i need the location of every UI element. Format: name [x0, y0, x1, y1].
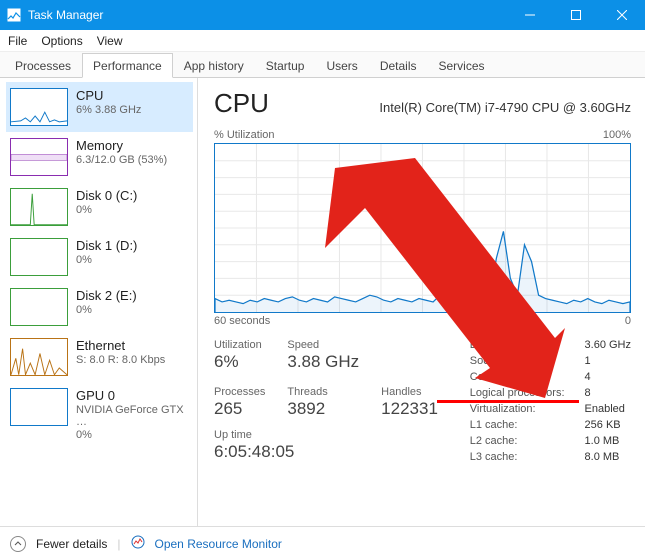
stat-speed-value: 3.88 GHz — [287, 352, 359, 372]
stat-utilization-label: Utilization — [214, 339, 265, 351]
stat-utilization-value: 6% — [214, 352, 265, 372]
right-virt-label: Virtualization: — [470, 403, 565, 415]
menu-options[interactable]: Options — [41, 34, 82, 48]
sidebar-item-cpu[interactable]: CPU6% 3.88 GHz — [6, 82, 193, 132]
chevron-up-icon[interactable] — [10, 536, 26, 552]
footer-bar: Fewer details | Open Resource Monitor — [0, 526, 645, 560]
minimize-button[interactable] — [507, 0, 553, 30]
footer-separator: | — [117, 537, 120, 551]
gpu-thumb-icon — [10, 388, 68, 426]
perf-sidebar: CPU6% 3.88 GHz Memory6.3/12.0 GB (53%) D… — [0, 78, 198, 526]
cpu-utilization-chart[interactable] — [214, 143, 631, 313]
menu-view[interactable]: View — [97, 34, 123, 48]
sidebar-item-sub: 6% 3.88 GHz — [76, 104, 141, 116]
right-sockets-value: 1 — [585, 355, 631, 367]
sidebar-item-sub: S: 8.0 R: 8.0 Kbps — [76, 354, 165, 366]
sidebar-item-sub: 0% — [76, 304, 137, 316]
ethernet-thumb-icon — [10, 338, 68, 376]
right-cores-label: Cores: — [470, 371, 565, 383]
stat-processes-label: Processes — [214, 386, 265, 398]
app-icon — [6, 7, 22, 23]
sidebar-item-sub: 6.3/12.0 GB (53%) — [76, 154, 167, 166]
memory-thumb-icon — [10, 138, 68, 176]
menubar: File Options View — [0, 30, 645, 52]
chart-top-left-label: % Utilization — [214, 129, 275, 141]
right-sockets-label: Sockets: — [470, 355, 565, 367]
detail-title: CPU — [214, 88, 269, 119]
tab-processes[interactable]: Processes — [4, 53, 82, 77]
chart-bottom-left-label: 60 seconds — [214, 315, 270, 327]
tab-users[interactable]: Users — [315, 53, 368, 77]
tab-details[interactable]: Details — [369, 53, 428, 77]
right-l1-label: L1 cache: — [470, 419, 565, 431]
tab-strip: Processes Performance App history Startu… — [0, 52, 645, 78]
stat-uptime-value: 6:05:48:05 — [214, 442, 438, 462]
disk-thumb-icon — [10, 238, 68, 276]
stat-speed-label: Speed — [287, 339, 359, 351]
disk-thumb-icon — [10, 288, 68, 326]
cpu-model: Intel(R) Core(TM) i7-4790 CPU @ 3.60GHz — [379, 100, 631, 115]
tab-apphistory[interactable]: App history — [173, 53, 255, 77]
right-l3-value: 8.0 MB — [585, 451, 631, 463]
right-l2-value: 1.0 MB — [585, 435, 631, 447]
disk-thumb-icon — [10, 188, 68, 226]
right-l1-value: 256 KB — [585, 419, 631, 431]
right-lp-value: 8 — [585, 387, 631, 399]
stat-handles-label: Handles — [381, 386, 438, 398]
window-title: Task Manager — [28, 8, 103, 22]
sidebar-item-sub: 0% — [76, 254, 137, 266]
close-button[interactable] — [599, 0, 645, 30]
right-l2-label: L2 cache: — [470, 435, 565, 447]
right-cores-value: 4 — [585, 371, 631, 383]
chart-top-right-label: 100% — [603, 129, 631, 141]
stat-handles-value: 122331 — [381, 399, 438, 419]
sidebar-item-memory[interactable]: Memory6.3/12.0 GB (53%) — [6, 132, 193, 182]
right-base-label: Base — [470, 339, 565, 351]
cpu-detail-pane: CPU Intel(R) Core(TM) i7-4790 CPU @ 3.60… — [198, 78, 645, 526]
stat-threads-label: Threads — [287, 386, 359, 398]
tab-services[interactable]: Services — [428, 53, 496, 77]
sidebar-item-gpu0[interactable]: GPU 0NVIDIA GeForce GTX …0% — [6, 382, 193, 447]
chart-bottom-right-label: 0 — [625, 315, 631, 327]
stat-processes-value: 265 — [214, 399, 265, 419]
sidebar-item-sub2: 0% — [76, 429, 189, 441]
sidebar-item-label: GPU 0 — [76, 388, 189, 403]
resource-monitor-icon — [131, 535, 145, 552]
tab-performance[interactable]: Performance — [82, 53, 173, 78]
sidebar-item-ethernet[interactable]: EthernetS: 8.0 R: 8.0 Kbps — [6, 332, 193, 382]
tab-startup[interactable]: Startup — [255, 53, 316, 77]
right-lp-label: Logical processors: — [470, 387, 565, 399]
sidebar-item-disk2[interactable]: Disk 2 (E:)0% — [6, 282, 193, 332]
sidebar-item-disk0[interactable]: Disk 0 (C:)0% — [6, 182, 193, 232]
right-l3-label: L3 cache: — [470, 451, 565, 463]
right-base-value: 3.60 GHz — [585, 339, 631, 351]
maximize-button[interactable] — [553, 0, 599, 30]
menu-file[interactable]: File — [8, 34, 27, 48]
stat-uptime-label: Up time — [214, 429, 438, 441]
sidebar-item-label: Disk 2 (E:) — [76, 288, 137, 303]
sidebar-item-label: Memory — [76, 138, 167, 153]
stat-threads-value: 3892 — [287, 399, 359, 419]
window-titlebar: Task Manager — [0, 0, 645, 30]
right-virt-value: Enabled — [585, 403, 631, 415]
sidebar-item-sub: 0% — [76, 204, 137, 216]
sidebar-item-sub: NVIDIA GeForce GTX … — [76, 404, 189, 428]
sidebar-item-label: Ethernet — [76, 338, 165, 353]
sidebar-item-label: Disk 1 (D:) — [76, 238, 137, 253]
cpu-thumb-icon — [10, 88, 68, 126]
sidebar-item-label: CPU — [76, 88, 141, 103]
sidebar-item-label: Disk 0 (C:) — [76, 188, 137, 203]
sidebar-item-disk1[interactable]: Disk 1 (D:)0% — [6, 232, 193, 282]
open-resource-monitor-link[interactable]: Open Resource Monitor — [155, 537, 282, 551]
main-content: CPU6% 3.88 GHz Memory6.3/12.0 GB (53%) D… — [0, 78, 645, 526]
fewer-details-link[interactable]: Fewer details — [36, 537, 107, 551]
